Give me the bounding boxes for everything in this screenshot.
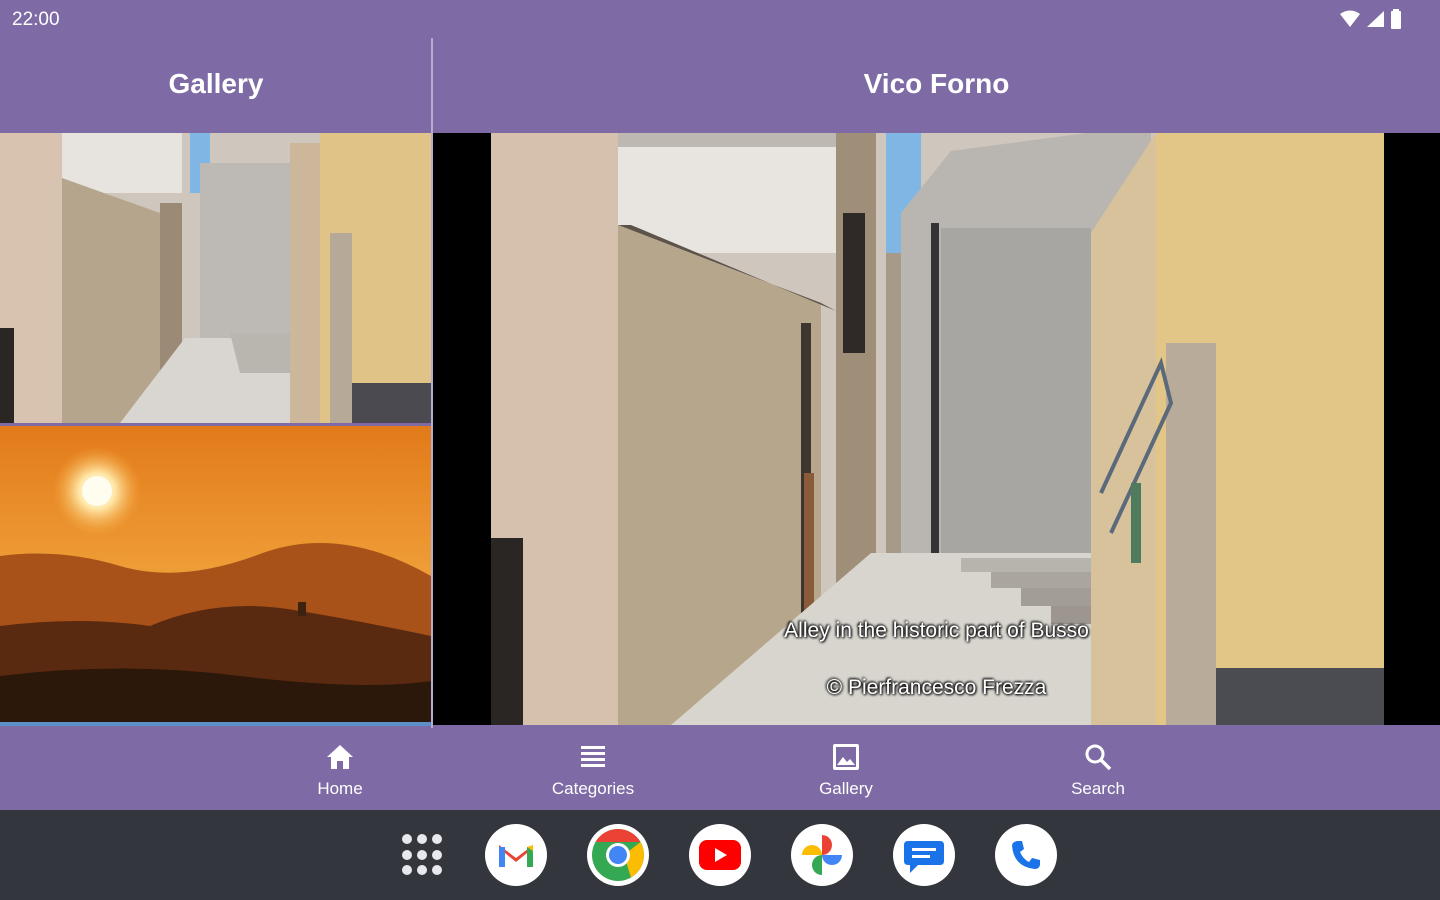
- photos-icon[interactable]: [791, 824, 853, 886]
- sunset-photo: [0, 426, 431, 726]
- phone-icon[interactable]: [995, 824, 1057, 886]
- nav-categories-label: Categories: [551, 779, 635, 798]
- gallery-title: Gallery: [168, 68, 264, 99]
- status-bar: 22:00: [0, 0, 1440, 38]
- gmail-icon[interactable]: [485, 824, 547, 886]
- nav-gallery-label: Gallery: [819, 779, 873, 798]
- status-icons: [1340, 9, 1402, 29]
- status-time: 22:00: [12, 9, 60, 30]
- search-icon: [1085, 744, 1112, 771]
- photo-credit: © Pierfrancesco Frezza: [826, 676, 1047, 699]
- nav-categories[interactable]: Categories: [523, 740, 663, 799]
- gallery-thumbnail-sunset[interactable]: [0, 426, 431, 726]
- youtube-icon[interactable]: [689, 824, 751, 886]
- image-icon: [833, 744, 859, 770]
- nav-home[interactable]: Home: [270, 740, 410, 799]
- cell-signal-icon: [1367, 11, 1384, 27]
- nav-gallery[interactable]: Gallery: [776, 740, 916, 799]
- photo-caption: Alley in the historic part of Busso: [784, 619, 1089, 642]
- photo-title: Vico Forno: [863, 68, 1010, 99]
- chrome-icon[interactable]: [587, 824, 649, 886]
- alley-photo: [0, 133, 431, 423]
- messages-icon[interactable]: [893, 824, 955, 886]
- nav-home-label: Home: [317, 779, 363, 798]
- bottom-navigation: Home Categories Gallery Search: [0, 728, 1440, 810]
- apps-grid-icon[interactable]: [402, 834, 444, 876]
- wifi-icon: [1340, 10, 1360, 27]
- nav-search[interactable]: Search: [1028, 740, 1168, 799]
- nav-search-label: Search: [1071, 779, 1125, 798]
- gallery-thumbnail-alley[interactable]: [0, 133, 431, 423]
- system-dock: [0, 810, 1440, 900]
- photo-detail-pane: Vico Forno Alley in the historic part of…: [433, 38, 1440, 728]
- battery-icon: [1391, 9, 1401, 29]
- gallery-list-pane: Gallery: [0, 38, 432, 728]
- list-icon: [581, 746, 605, 767]
- home-icon: [327, 745, 353, 769]
- photo-viewer[interactable]: Alley in the historic part of Busso © Pi…: [433, 133, 1440, 725]
